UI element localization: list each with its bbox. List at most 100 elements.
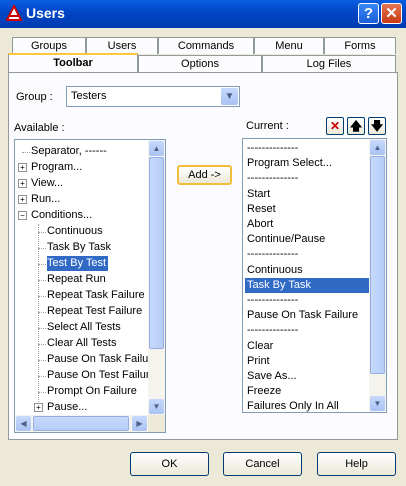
scroll-down-icon[interactable]: ▼ <box>370 396 385 411</box>
scroll-left-icon[interactable]: ◀ <box>16 416 31 431</box>
list-item[interactable]: -------------- <box>245 323 371 338</box>
tree-item[interactable]: Program... <box>31 160 84 175</box>
arrow-up-icon: 🡅 <box>349 119 363 133</box>
tree-item[interactable]: Conditions... <box>31 208 94 223</box>
tab-log-files[interactable]: Log Files <box>262 55 396 72</box>
scroll-down-icon[interactable]: ▼ <box>149 399 164 414</box>
tab-menu[interactable]: Menu <box>254 37 324 54</box>
window-title: Users <box>26 5 65 21</box>
close-button[interactable]: ✕ <box>381 3 402 24</box>
group-select[interactable]: Testers ▼ <box>66 86 240 107</box>
tree-item[interactable]: Continuous <box>47 224 105 239</box>
list-item[interactable]: Freeze <box>245 384 371 399</box>
list-item[interactable]: Pause On Task Failure <box>245 308 371 323</box>
ok-button[interactable]: OK <box>130 452 209 476</box>
tab-forms[interactable]: Forms <box>324 37 396 54</box>
tree-connector <box>38 264 46 265</box>
red-x-icon: ✕ <box>329 119 341 133</box>
tab-groups[interactable]: Groups <box>12 37 86 54</box>
list-item[interactable]: -------------- <box>245 141 371 156</box>
arrow-down-icon: 🡇 <box>370 119 384 133</box>
tab-users[interactable]: Users <box>86 37 158 54</box>
tree-item[interactable]: Repeat Test Failure <box>47 304 144 319</box>
tree-item[interactable]: Run... <box>31 192 62 207</box>
tree-connector <box>38 296 46 297</box>
available-tree[interactable]: Separator, ------ Program... + View... + Run.… <box>14 139 166 433</box>
chevron-down-icon[interactable]: ▼ <box>221 88 238 105</box>
list-item[interactable]: Task By Task <box>245 277 371 293</box>
expand-icon[interactable]: + <box>18 195 27 204</box>
cancel-button-label: Cancel <box>245 458 280 470</box>
tree-connector <box>38 392 46 393</box>
tree-item[interactable]: Test By Test <box>47 256 109 271</box>
tree-connector <box>38 248 46 249</box>
current-vscrollbar[interactable]: ▲ ▼ <box>369 139 386 412</box>
move-up-button[interactable]: 🡅 <box>347 117 365 135</box>
available-vscrollbar[interactable]: ▲ ▼ <box>148 140 165 432</box>
available-label: Available : <box>14 122 65 134</box>
help-title-button[interactable]: ? <box>358 3 379 24</box>
group-label: Group : <box>16 91 53 103</box>
tree-item[interactable]: View... <box>31 176 65 191</box>
expand-icon[interactable]: + <box>18 163 27 172</box>
tree-connector <box>38 280 46 281</box>
scroll-thumb[interactable] <box>370 156 385 374</box>
app-icon <box>6 5 22 21</box>
move-down-button[interactable]: 🡇 <box>368 117 386 135</box>
available-hscrollbar[interactable]: ◀ ▶ <box>15 415 148 432</box>
tree-item[interactable]: Task By Task <box>47 240 113 255</box>
tree-item[interactable]: Clear All Tests <box>47 336 119 351</box>
tree-connector <box>38 312 46 313</box>
tree-item[interactable]: Pause On Task Failure <box>47 352 160 367</box>
remove-button[interactable]: ✕ <box>326 117 344 135</box>
collapse-icon[interactable]: − <box>18 211 27 220</box>
list-item[interactable]: -------------- <box>245 293 371 308</box>
tree-item[interactable]: Repeat Task Failure <box>47 288 147 303</box>
tree-connector <box>38 328 46 329</box>
tree-item[interactable]: Repeat Run <box>47 272 108 287</box>
hscroll-thumb[interactable] <box>33 416 129 431</box>
scroll-thumb[interactable] <box>149 157 164 349</box>
list-item[interactable]: Save As... <box>245 369 371 384</box>
list-item[interactable]: -------------- <box>245 247 371 262</box>
group-select-value: Testers <box>71 90 107 102</box>
list-item[interactable]: -------------- <box>245 171 371 186</box>
tab-commands[interactable]: Commands <box>158 37 254 54</box>
cancel-button[interactable]: Cancel <box>223 452 302 476</box>
scroll-up-icon[interactable]: ▲ <box>149 141 164 156</box>
list-item[interactable]: Failures Only In All <box>245 399 371 412</box>
tab-toolbar[interactable]: Toolbar <box>8 53 138 72</box>
tree-connector <box>38 344 46 345</box>
add-button-label: Add -> <box>188 169 221 181</box>
scroll-corner <box>148 415 165 432</box>
tree-item[interactable]: Select All Tests <box>47 320 123 335</box>
list-item[interactable]: Continue/Pause <box>245 232 371 247</box>
tree-connector <box>22 152 30 153</box>
tree-connector <box>38 360 46 361</box>
scroll-right-icon[interactable]: ▶ <box>132 416 147 431</box>
tree-item[interactable]: Separator, ------ <box>31 144 109 159</box>
scroll-up-icon[interactable]: ▲ <box>370 140 385 155</box>
help-button[interactable]: Help <box>317 452 396 476</box>
users-dialog: Users ? ✕ Groups Users Commands Menu For… <box>0 0 406 486</box>
list-item[interactable]: Reset <box>245 202 371 217</box>
ok-button-label: OK <box>161 458 178 470</box>
list-item[interactable]: Start <box>245 187 371 202</box>
list-item[interactable]: Continuous <box>245 263 371 278</box>
tree-item[interactable]: Prompt On Failure <box>47 384 139 399</box>
list-item[interactable]: Clear <box>245 339 371 354</box>
tree-item[interactable]: Pause... <box>47 400 89 415</box>
tree-item[interactable]: Pause On Test Failure <box>47 368 158 383</box>
help-button-label: Help <box>345 458 368 470</box>
list-item[interactable]: Abort <box>245 217 371 232</box>
list-item[interactable]: Print <box>245 354 371 369</box>
current-list[interactable]: -------------- Program Select... ---------… <box>242 138 387 413</box>
list-item[interactable]: Program Select... <box>245 156 371 171</box>
add-button[interactable]: Add -> <box>177 165 232 185</box>
tree-connector <box>38 224 39 402</box>
expand-icon[interactable]: + <box>34 403 43 412</box>
tree-connector <box>38 376 46 377</box>
expand-icon[interactable]: + <box>18 179 27 188</box>
title-bar: Users ? ✕ <box>0 0 406 28</box>
tab-options[interactable]: Options <box>138 55 262 72</box>
